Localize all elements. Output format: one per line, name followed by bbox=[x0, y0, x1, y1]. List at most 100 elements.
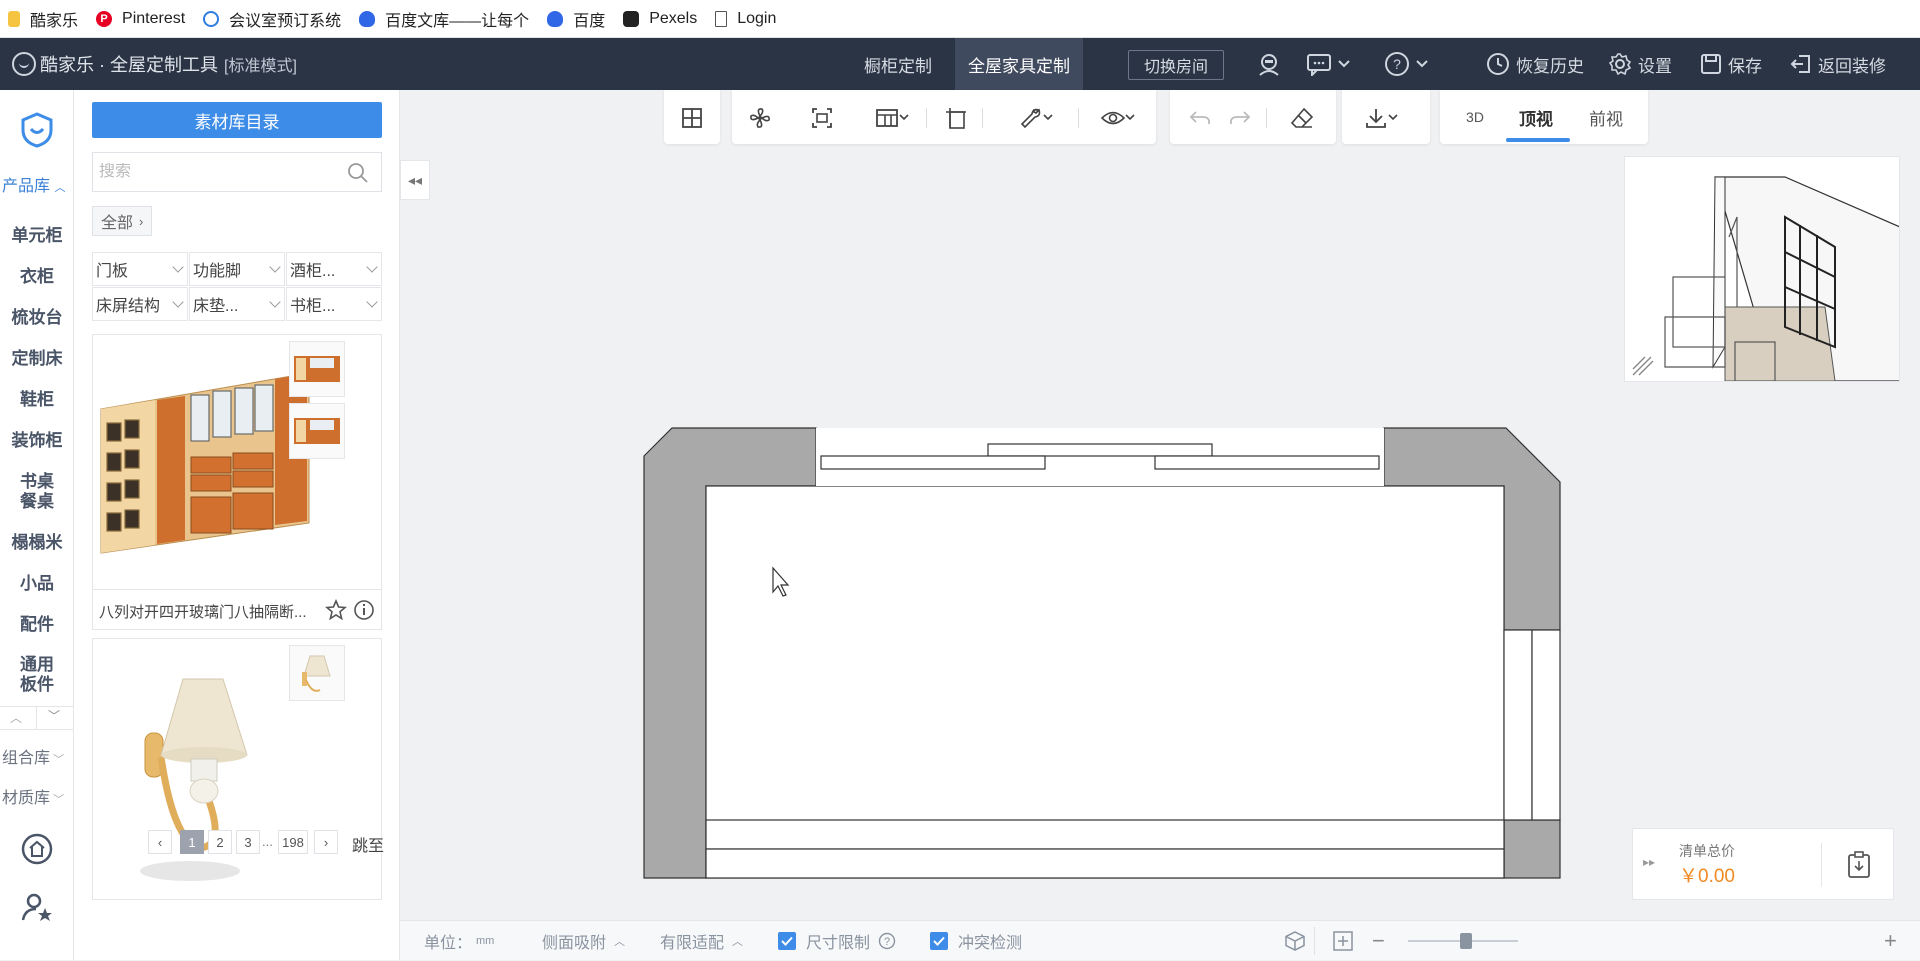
material-library-toggle[interactable]: 材质库 ﹀ bbox=[2, 784, 64, 808]
switch-room-button[interactable]: 切换房间 bbox=[1128, 50, 1224, 80]
product-card[interactable] bbox=[92, 638, 382, 900]
fit-view-button[interactable] bbox=[1332, 921, 1354, 961]
wall-right-bottom[interactable] bbox=[1503, 819, 1561, 879]
window-sill[interactable] bbox=[987, 443, 1213, 457]
wrench-tool-dropdown[interactable] bbox=[1014, 104, 1058, 132]
filter-wine-cabinet[interactable]: 酒柜... bbox=[286, 252, 382, 286]
cabinet-strip-lower[interactable] bbox=[705, 848, 1505, 879]
help-button[interactable]: ? bbox=[1384, 38, 1434, 90]
limited-fit-toggle[interactable]: 有限适配 ︿ bbox=[660, 921, 743, 961]
bookmark-baidu[interactable]: 百度 bbox=[547, 7, 605, 31]
product-thumbnail[interactable] bbox=[289, 341, 345, 397]
nav-item-tatami[interactable]: 榻榻米 bbox=[0, 533, 74, 553]
dimension-tool[interactable] bbox=[942, 104, 970, 132]
arrange-tool-dropdown[interactable] bbox=[870, 104, 914, 132]
view-front[interactable]: 前视 bbox=[1574, 90, 1638, 144]
clipboard-download-icon[interactable] bbox=[1847, 851, 1871, 879]
filter-mattress[interactable]: 床垫... bbox=[189, 287, 285, 321]
tab-whole-house[interactable]: 全屋家具定制 bbox=[955, 38, 1083, 90]
restore-history-button[interactable]: 恢复历史 bbox=[1486, 38, 1584, 90]
page-icon bbox=[715, 10, 728, 27]
collision-check-checkbox[interactable]: 冲突检测 bbox=[930, 921, 1022, 961]
message-button[interactable] bbox=[1306, 38, 1356, 90]
bookmark-baidu-wenku[interactable]: 百度文库——让每个 bbox=[359, 7, 529, 31]
nav-item-custom-bed[interactable]: 定制床 bbox=[0, 349, 74, 369]
size-limit-checkbox[interactable]: 尺寸限制 ? bbox=[778, 921, 896, 961]
floor-plan-canvas[interactable] bbox=[640, 420, 1570, 890]
page-button-1[interactable]: 1 bbox=[180, 830, 204, 854]
nav-item-decor-cabinet[interactable]: 装饰柜 bbox=[0, 431, 74, 451]
fan-tool[interactable] bbox=[746, 104, 774, 132]
bookmark-login[interactable]: Login bbox=[715, 10, 776, 28]
jump-to-page[interactable]: 跳至 bbox=[352, 832, 384, 856]
info-icon[interactable] bbox=[353, 599, 375, 621]
eraser-button[interactable] bbox=[1288, 104, 1316, 132]
page-button-last[interactable]: 198 bbox=[278, 830, 308, 854]
kujiale-shield-icon[interactable] bbox=[20, 112, 54, 148]
view-3d[interactable]: 3D bbox=[1450, 90, 1500, 144]
download-dropdown[interactable] bbox=[1356, 104, 1406, 132]
select-frame-tool[interactable] bbox=[808, 104, 836, 132]
bookmark-pexels[interactable]: Pexels bbox=[623, 10, 697, 28]
breadcrumb-all[interactable]: 全部 › bbox=[92, 206, 153, 236]
door-frame-inner[interactable] bbox=[1503, 629, 1533, 821]
next-page-button[interactable]: › bbox=[314, 830, 338, 854]
page-button-2[interactable]: 2 bbox=[208, 830, 232, 854]
enterprise-library-icon[interactable] bbox=[20, 832, 54, 866]
product-card[interactable]: 八列对开四开玻璃门八抽隔断... bbox=[92, 334, 382, 630]
window-sash-left[interactable] bbox=[820, 455, 1046, 470]
product-thumbnail[interactable] bbox=[289, 403, 345, 459]
filter-door-panel[interactable]: 门板 bbox=[92, 252, 188, 286]
room-floor[interactable] bbox=[705, 485, 1505, 879]
product-thumbnail[interactable] bbox=[289, 645, 345, 701]
filter-function-foot[interactable]: 功能脚 bbox=[189, 252, 285, 286]
nav-item-accessories-small[interactable]: 小品 bbox=[0, 574, 74, 594]
cabinet-strip-upper[interactable] bbox=[705, 819, 1505, 850]
user-favorites-icon[interactable] bbox=[20, 890, 54, 924]
help-icon[interactable]: ? bbox=[878, 932, 896, 950]
bookmark-kujiale[interactable]: 酷家乐 bbox=[8, 7, 78, 31]
page-button-3[interactable]: 3 bbox=[236, 830, 260, 854]
door-frame-outer[interactable] bbox=[1531, 629, 1561, 821]
save-button[interactable]: 保存 bbox=[1700, 38, 1762, 90]
chevron-up-icon[interactable]: ︿ bbox=[10, 709, 22, 726]
zoom-in-button[interactable]: + bbox=[1884, 921, 1897, 961]
view-top[interactable]: 顶视 bbox=[1504, 90, 1568, 144]
bookmark-pinterest[interactable]: P Pinterest bbox=[96, 10, 185, 28]
zoom-slider-handle[interactable] bbox=[1460, 933, 1472, 949]
redo-button[interactable] bbox=[1226, 104, 1254, 132]
collapse-panel-button[interactable]: ◂◂ bbox=[400, 160, 430, 200]
expand-arrow-icon[interactable]: ▸▸ bbox=[1643, 855, 1655, 869]
catalog-button[interactable]: 素材库目录 bbox=[92, 102, 382, 138]
bookmark-meeting[interactable]: 会议室预订系统 bbox=[203, 7, 341, 31]
nav-item-general-board[interactable]: 通用 板件 bbox=[0, 655, 74, 695]
undo-button[interactable] bbox=[1186, 104, 1214, 132]
fan-icon bbox=[750, 108, 770, 128]
nav-item-fittings[interactable]: 配件 bbox=[0, 615, 74, 635]
nav-item-dresser[interactable]: 梳妆台 bbox=[0, 308, 74, 328]
window-sash-right[interactable] bbox=[1154, 455, 1380, 470]
back-to-decoration-button[interactable]: 返回装修 bbox=[1790, 38, 1886, 90]
tab-cabinet[interactable]: 橱柜定制 bbox=[843, 38, 953, 90]
model-view-button[interactable] bbox=[1284, 921, 1306, 961]
prev-page-button[interactable]: ‹ bbox=[148, 830, 172, 854]
side-snap-toggle[interactable]: 侧面吸附 ︿ bbox=[542, 921, 625, 961]
star-icon[interactable] bbox=[325, 599, 347, 621]
nav-item-wardrobe[interactable]: 衣柜 bbox=[0, 267, 74, 287]
filter-headboard[interactable]: 床屏结构 bbox=[92, 287, 188, 321]
combo-library-toggle[interactable]: 组合库 ﹀ bbox=[2, 744, 64, 768]
visibility-dropdown[interactable] bbox=[1096, 104, 1140, 132]
product-library-toggle[interactable]: 产品库 ︿ bbox=[2, 172, 65, 196]
3d-preview-minimap[interactable] bbox=[1624, 156, 1901, 382]
search-input[interactable] bbox=[99, 163, 339, 181]
search-icon[interactable] bbox=[347, 162, 369, 184]
settings-button[interactable]: 设置 bbox=[1608, 38, 1672, 90]
zoom-out-button[interactable]: − bbox=[1372, 921, 1385, 961]
nav-item-unit-cabinet[interactable]: 单元柜 bbox=[0, 226, 74, 246]
chevron-down-icon[interactable]: ﹀ bbox=[48, 707, 60, 724]
nav-item-desk-dining[interactable]: 书桌 餐桌 bbox=[0, 472, 74, 512]
user-avatar-button[interactable] bbox=[1256, 38, 1288, 90]
filter-bookcase[interactable]: 书柜... bbox=[286, 287, 382, 321]
floor-plan-tool[interactable] bbox=[678, 104, 706, 132]
nav-item-shoe-cabinet[interactable]: 鞋柜 bbox=[0, 390, 74, 410]
